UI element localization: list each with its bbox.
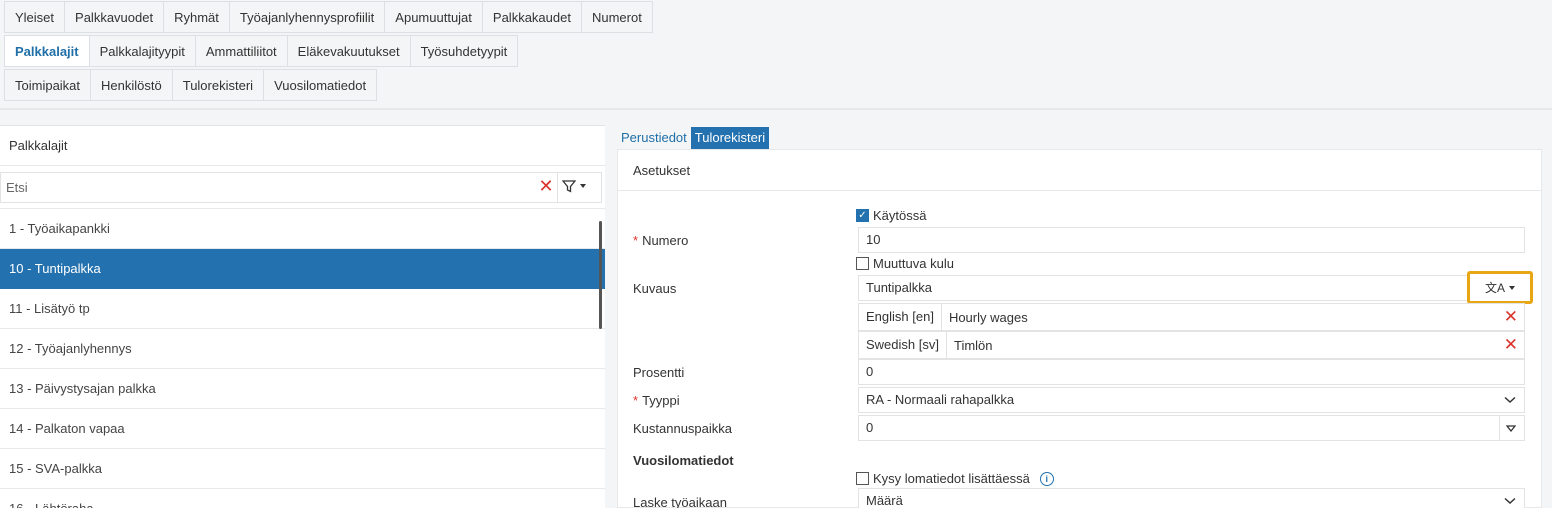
chevron-down-icon xyxy=(1504,497,1516,505)
kuvaus-field[interactable]: Tuntipalkka xyxy=(858,275,1525,301)
translate-icon: 文A xyxy=(1484,281,1505,295)
filter-icon xyxy=(562,179,576,193)
tab-toimipaikat[interactable]: Toimipaikat xyxy=(4,69,92,101)
tab-palkkalajityypit[interactable]: Palkkalajityypit xyxy=(88,35,196,67)
chevron-down-icon xyxy=(1509,285,1515,290)
wage-types-panel: Palkkalajit ✕ 1 - Työaikapankki10 - Tunt… xyxy=(0,125,605,508)
list-item[interactable]: 11 - Lisätyö tp xyxy=(0,289,605,329)
kysy-lomatiedot-checkbox[interactable] xyxy=(856,472,869,485)
kuvaus-value: Tuntipalkka xyxy=(866,280,932,295)
muuttuva-kulu-checkbox[interactable] xyxy=(856,257,869,270)
vuosilomatiedot-heading: Vuosilomatiedot xyxy=(633,453,734,468)
search-bar: ✕ xyxy=(0,166,605,209)
settings-tabs-row-3: Toimipaikat Henkilöstö Tulorekisteri Vuosil… xyxy=(4,69,378,101)
tab-tulorekisteri[interactable]: Tulorekisteri xyxy=(690,127,770,149)
tyyppi-value: RA - Normaali rahapalkka xyxy=(866,392,1015,407)
laske-tyoaikaan-label: Laske työaikaan xyxy=(633,495,727,508)
kysy-lomatiedot-row[interactable]: Kysy lomatiedot lisättäessä i xyxy=(856,471,1054,486)
translation-value[interactable]: Timlön xyxy=(947,338,993,353)
tab-perustiedot[interactable]: Perustiedot xyxy=(617,127,691,149)
tab-vuosilomatiedot[interactable]: Vuosilomatiedot xyxy=(263,69,378,101)
tab-apumuuttujat[interactable]: Apumuuttujat xyxy=(384,1,483,33)
filter-button[interactable] xyxy=(562,176,596,196)
close-icon[interactable]: ✕ xyxy=(1504,335,1518,355)
laske-tyoaikaan-select[interactable]: Määrä xyxy=(858,488,1525,508)
numero-label: * Numero xyxy=(633,233,688,248)
kustannuspaikka-select[interactable]: 0 xyxy=(858,415,1525,441)
prosentti-field[interactable]: 0 xyxy=(858,359,1525,385)
kaytossa-checkbox-row[interactable]: ✓ Käytössä xyxy=(856,208,926,223)
scrollbar[interactable] xyxy=(599,221,602,329)
filter-divider xyxy=(557,173,558,202)
kustannuspaikka-label: Kustannuspaikka xyxy=(633,421,733,436)
tab-elakevakuutukset[interactable]: Eläkevakuutukset xyxy=(286,35,411,67)
laske-tyoaikaan-value: Määrä xyxy=(866,493,903,508)
translation-row-sv: Swedish [sv] Timlön ✕ xyxy=(858,331,1525,359)
translation-value[interactable]: Hourly wages xyxy=(942,310,1028,325)
muuttuva-kulu-label: Muuttuva kulu xyxy=(873,256,954,271)
tyyppi-label-text: Tyyppi xyxy=(642,393,680,408)
info-icon[interactable]: i xyxy=(1039,471,1054,486)
kaytossa-checkbox[interactable]: ✓ xyxy=(856,209,869,222)
tab-tyoajanlyhennysprofiilit[interactable]: Työajanlyhennysprofiilit xyxy=(228,1,386,33)
close-icon[interactable]: ✕ xyxy=(1504,307,1518,327)
tyyppi-label: * Tyyppi xyxy=(633,393,680,408)
search-input[interactable] xyxy=(0,172,602,203)
list-item[interactable]: 12 - Työajanlyhennys xyxy=(0,329,605,369)
prosentti-label: Prosentti xyxy=(633,365,685,380)
chevron-down-icon xyxy=(1504,396,1516,404)
kaytossa-label: Käytössä xyxy=(873,208,927,223)
list-item[interactable]: 13 - Päivystysajan palkka xyxy=(0,369,605,409)
tab-tulorekisteri[interactable]: Tulorekisteri xyxy=(171,69,265,101)
tab-numerot[interactable]: Numerot xyxy=(580,1,653,33)
select-divider xyxy=(1499,416,1500,440)
list-item[interactable]: 16 - Lähtöraha xyxy=(0,489,605,508)
list-item[interactable]: 15 - SVA-palkka xyxy=(0,449,605,489)
translation-language: Swedish [sv] xyxy=(859,332,947,358)
required-mark: * xyxy=(633,233,639,248)
kysy-lomatiedot-label: Kysy lomatiedot lisättäessä xyxy=(873,471,1030,486)
tab-palkkakaudet[interactable]: Palkkakaudet xyxy=(481,1,582,33)
tab-tyosuhdetyypit[interactable]: Työsuhdetyypit xyxy=(409,35,519,67)
required-mark: * xyxy=(633,393,639,408)
tab-palkkavuodet[interactable]: Palkkavuodet xyxy=(64,1,165,33)
section-title: Asetukset xyxy=(618,150,1541,191)
detail-tabs: Perustiedot Tulorekisteri xyxy=(617,127,770,149)
translation-row-en: English [en] Hourly wages ✕ xyxy=(858,303,1525,331)
header-divider xyxy=(0,108,1552,110)
tyyppi-select[interactable]: RA - Normaali rahapalkka xyxy=(858,387,1525,413)
tab-henkilosto[interactable]: Henkilöstö xyxy=(90,69,173,101)
numero-label-text: Numero xyxy=(642,233,689,248)
list-item[interactable]: 10 - Tuntipalkka xyxy=(0,249,605,289)
list-item[interactable]: 14 - Palkaton vapaa xyxy=(0,409,605,449)
tab-ryhmat[interactable]: Ryhmät xyxy=(163,1,230,33)
wage-type-list: 1 - Työaikapankki 10 - Tuntipalkka 11 - Li… xyxy=(0,209,605,508)
close-icon[interactable]: ✕ xyxy=(536,176,556,196)
tab-ammattiliitot[interactable]: Ammattiliitot xyxy=(194,35,288,67)
settings-tabs-row-1: Yleiset Palkkavuodet Ryhmät Työajanlyhennys… xyxy=(4,1,653,33)
tab-yleiset[interactable]: Yleiset xyxy=(4,1,66,33)
chevron-down-icon xyxy=(580,184,586,188)
numero-value: 10 xyxy=(866,232,881,247)
prosentti-value: 0 xyxy=(866,364,874,379)
triangle-down-icon xyxy=(1506,425,1516,432)
kuvaus-label: Kuvaus xyxy=(633,281,677,296)
panel-title: Palkkalajit xyxy=(0,126,605,166)
numero-field[interactable]: 10 xyxy=(858,227,1525,253)
list-item[interactable]: 1 - Työaikapankki xyxy=(0,209,605,249)
muuttuva-kulu-row[interactable]: Muuttuva kulu xyxy=(856,256,954,271)
tab-palkkalajit[interactable]: Palkkalajit xyxy=(4,35,90,67)
translation-language: English [en] xyxy=(859,304,942,330)
settings-tabs-row-2: Palkkalajit Palkkalajityypit Ammattiliitot… xyxy=(4,35,519,67)
kustannuspaikka-value: 0 xyxy=(866,420,874,435)
translate-button[interactable]: 文A xyxy=(1467,271,1533,304)
